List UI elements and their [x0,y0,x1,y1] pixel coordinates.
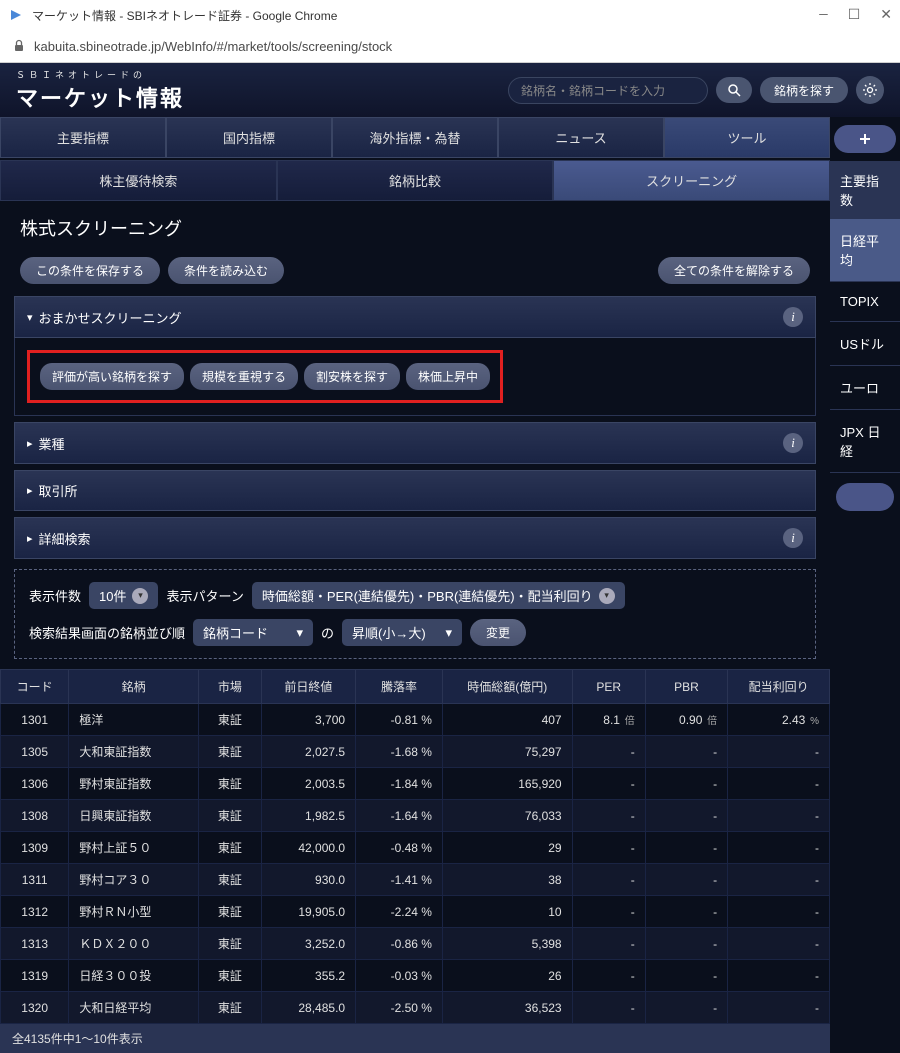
section-omakase-label: おまかせスクリーニング [39,308,182,327]
tab-tools[interactable]: ツール [664,117,830,158]
tab-domestic[interactable]: 国内指標 [166,117,332,158]
highlight-box: 評価が高い銘柄を探す 規模を重視する 割安株を探す 株価上昇中 [27,350,503,403]
section-exchange-header[interactable]: ▸ 取引所 [14,470,816,511]
section-industry-header[interactable]: ▸ 業種 i [14,422,816,464]
table-row[interactable]: 1320大和日経平均東証28,485.0-2.50 %36,523--- [1,992,830,1024]
clear-condition-button[interactable]: 全ての条件を解除する [658,257,810,284]
chip-high-rating[interactable]: 評価が高い銘柄を探す [40,363,184,390]
subtab-compare[interactable]: 銘柄比較 [277,160,554,201]
chevron-down-icon: ▾ [296,625,303,641]
sub-tabs: 株主優待検索 銘柄比較 スクリーニング [0,160,830,201]
chevron-right-icon: ▸ [27,532,33,545]
save-condition-button[interactable]: この条件を保存する [20,257,160,284]
tab-main-indices[interactable]: 主要指標 [0,117,166,158]
sidebar-item-nikkei[interactable]: 日経平均 [830,219,900,282]
sort-field-select[interactable]: 銘柄コード ▾ [193,619,313,646]
table-header[interactable]: 市場 [198,670,261,704]
subtab-yutai[interactable]: 株主優待検索 [0,160,277,201]
chevron-down-icon: ▾ [132,588,148,604]
brand-subtitle: ＳＢＩネオトレードの [16,68,184,81]
sort-sep: の [321,623,334,642]
sidebar-pill[interactable] [836,483,894,511]
chevron-right-icon: ▸ [27,437,33,450]
count-label: 表示件数 [29,586,81,605]
search-icon [727,83,741,97]
section-detail-label: 詳細検索 [39,529,91,548]
lock-icon [12,39,26,53]
sidebar-item-eur[interactable]: ユーロ [830,366,900,410]
results-table: コード銘柄市場前日終値騰落率時価総額(億円)PERPBR配当利回り 1301極洋… [0,669,830,1024]
pattern-label: 表示パターン [166,586,243,605]
pattern-select[interactable]: 時価総額・PER(連結優先)・PBR(連結優先)・配当利回り ▾ [252,582,625,609]
table-header[interactable]: 銘柄 [69,670,199,704]
info-icon[interactable]: i [783,307,803,327]
sort-label: 検索結果画面の銘柄並び順 [29,623,185,642]
sidebar-item-jpx[interactable]: JPX 日経 [830,410,900,473]
load-condition-button[interactable]: 条件を読み込む [168,257,284,284]
change-button[interactable]: 変更 [470,619,526,646]
minimize-button[interactable]: — [819,7,827,24]
table-row[interactable]: 1308日興東証指数東証1,982.5-1.64 %76,033--- [1,800,830,832]
brand-title: マーケット情報 [16,81,184,113]
section-exchange-label: 取引所 [39,481,78,500]
subtab-screening[interactable]: スクリーニング [553,160,830,201]
plus-icon [858,132,872,146]
chip-scale[interactable]: 規模を重視する [190,363,298,390]
info-icon[interactable]: i [783,528,803,548]
url-text: kabuita.sbineotrade.jp/WebInfo/#/market/… [34,39,392,54]
table-row[interactable]: 1311野村コア３０東証930.0-1.41 %38--- [1,864,830,896]
table-row[interactable]: 1313ＫＤＸ２００東証3,252.0-0.86 %5,398--- [1,928,830,960]
table-header[interactable]: 前日終値 [261,670,355,704]
section-industry-label: 業種 [39,434,65,453]
app-header: ＳＢＩネオトレードの マーケット情報 銘柄名・銘柄コードを入力 銘柄を探す [0,63,900,117]
chevron-down-icon: ▾ [446,625,453,641]
sort-dir-select[interactable]: 昇順(小→大) ▾ [342,619,462,646]
settings-button[interactable] [856,76,884,104]
table-header[interactable]: 時価総額(億円) [442,670,572,704]
sidebar-item-usd[interactable]: USドル [830,322,900,366]
section-detail-header[interactable]: ▸ 詳細検索 i [14,517,816,559]
page-title: 株式スクリーニング [0,201,830,251]
count-select[interactable]: 10件 ▾ [89,582,158,609]
chip-undervalued[interactable]: 割安株を探す [304,363,400,390]
chevron-right-icon: ▸ [27,484,33,497]
main-tabs: 主要指標 国内指標 海外指標・為替 ニュース ツール [0,117,830,158]
tab-foreign-fx[interactable]: 海外指標・為替 [332,117,498,158]
chip-rising[interactable]: 株価上昇中 [406,363,490,390]
find-stock-button[interactable]: 銘柄を探す [760,77,848,103]
table-header[interactable]: PER [572,670,645,704]
section-omakase-header[interactable]: ▾ おまかせスクリーニング i [14,296,816,338]
sidebar-header: 主要指数 [830,161,900,219]
search-input[interactable]: 銘柄名・銘柄コードを入力 [508,77,708,104]
info-icon[interactable]: i [783,433,803,453]
table-row[interactable]: 1306野村東証指数東証2,003.5-1.84 %165,920--- [1,768,830,800]
add-button[interactable] [834,125,896,153]
close-button[interactable]: ✕ [880,7,892,24]
address-bar[interactable]: kabuita.sbineotrade.jp/WebInfo/#/market/… [0,30,900,62]
table-row[interactable]: 1309野村上証５０東証42,000.0-0.48 %29--- [1,832,830,864]
table-header[interactable]: PBR [645,670,727,704]
table-row[interactable]: 1319日経３００投東証355.2-0.03 %26--- [1,960,830,992]
sidebar-item-topix[interactable]: TOPIX [830,282,900,322]
chrome-titlebar: マーケット情報 - SBIネオトレード証券 - Google Chrome — … [0,0,900,30]
sidebar: 主要指数 日経平均 TOPIX USドル ユーロ JPX 日経 [830,117,900,1053]
table-header[interactable]: コード [1,670,69,704]
table-header[interactable]: 配当利回り [728,670,830,704]
table-row[interactable]: 1305大和東証指数東証2,027.5-1.68 %75,297--- [1,736,830,768]
table-row[interactable]: 1301極洋東証3,700-0.81 %4078.1 倍0.90 倍2.43 % [1,704,830,736]
table-footer: 全4135件中1～10件表示 [0,1024,830,1053]
search-button[interactable] [716,77,752,103]
gear-icon [862,82,878,98]
display-options: 表示件数 10件 ▾ 表示パターン 時価総額・PER(連結優先)・PBR(連結優… [14,569,816,659]
table-header[interactable]: 騰落率 [356,670,443,704]
window-title: マーケット情報 - SBIネオトレード証券 - Google Chrome [32,7,337,24]
maximize-button[interactable]: ☐ [848,7,861,24]
table-row[interactable]: 1312野村ＲＮ小型東証19,905.0-2.24 %10--- [1,896,830,928]
chevron-down-icon: ▾ [599,588,615,604]
chevron-down-icon: ▾ [27,311,33,324]
tab-news[interactable]: ニュース [498,117,664,158]
favicon [8,7,24,23]
